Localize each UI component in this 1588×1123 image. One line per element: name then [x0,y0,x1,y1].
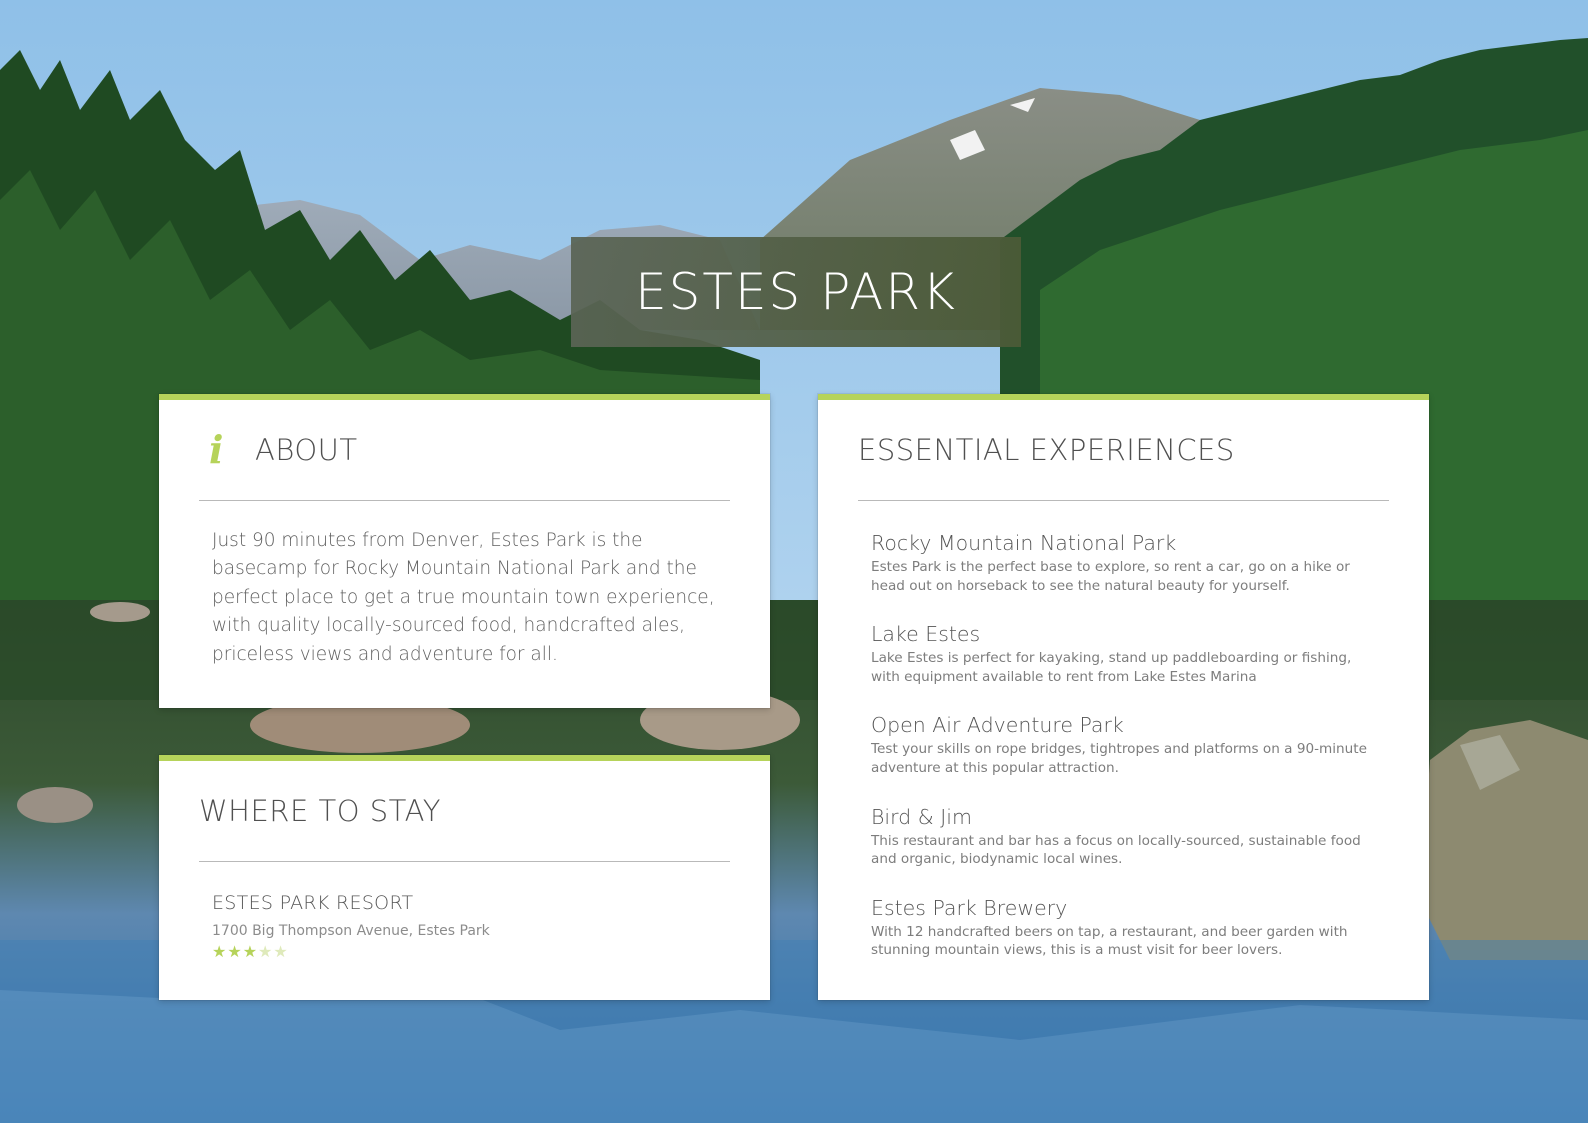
essential-experiences-heading: ESSENTIAL EXPERIENCES [858,433,1235,467]
experience-item: Open Air Adventure Park Test your skills… [871,712,1379,803]
about-body: Just 90 minutes from Denver, Estes Park … [212,530,715,665]
star-filled-icon: ★ [227,942,242,961]
experience-name: Lake Estes [871,622,981,647]
info-icon: i [209,427,224,472]
experience-name: Estes Park Brewery [871,895,1068,920]
experience-description: Test your skills on rope bridges, tightr… [871,741,1367,776]
where-to-stay-heading: WHERE TO STAY [199,794,441,828]
hotel-name: ESTES PARK RESORT [212,892,414,914]
essential-experiences-panel: ESSENTIAL EXPERIENCES Rocky Mountain Nat… [818,394,1429,1000]
experience-item: Lake Estes Lake Estes is perfect for kay… [871,621,1379,712]
about-header: i ABOUT [199,400,730,501]
experience-name: Bird & Jim [871,804,972,829]
page-title-banner: ESTES PARK [571,237,1021,347]
experience-item: Bird & Jim This restaurant and bar has a… [871,804,1379,895]
essential-experiences-header: ESSENTIAL EXPERIENCES [858,400,1389,501]
star-empty-icon: ★ [273,942,288,961]
star-rating: ★ ★ ★ ★ ★ [212,944,288,960]
page-title: ESTES PARK [635,263,957,321]
experience-list: Rocky Mountain National Park Estes Park … [871,530,1379,986]
experience-item: Estes Park Brewery With 12 handcrafted b… [871,895,1379,986]
experience-description: Estes Park is the perfect base to explor… [871,559,1350,594]
star-filled-icon: ★ [212,942,227,961]
about-heading: ABOUT [255,433,358,467]
experience-description: Lake Estes is perfect for kayaking, stan… [871,650,1352,685]
hotel-address: 1700 Big Thompson Avenue, Estes Park [212,923,490,939]
experience-description: With 12 handcrafted beers on tap, a rest… [871,923,1348,959]
about-panel: i ABOUT Just 90 minutes from Denver, Est… [159,394,770,708]
experience-name: Open Air Adventure Park [871,713,1124,738]
star-empty-icon: ★ [258,942,273,961]
experience-description: This restaurant and bar has a focus on l… [871,832,1361,868]
experience-name: Rocky Mountain National Park [871,531,1177,555]
where-to-stay-header: WHERE TO STAY [199,761,730,862]
experience-item: Rocky Mountain National Park Estes Park … [871,530,1379,621]
star-filled-icon: ★ [242,942,258,961]
where-to-stay-panel: WHERE TO STAY ESTES PARK RESORT 1700 Big… [159,755,770,1000]
